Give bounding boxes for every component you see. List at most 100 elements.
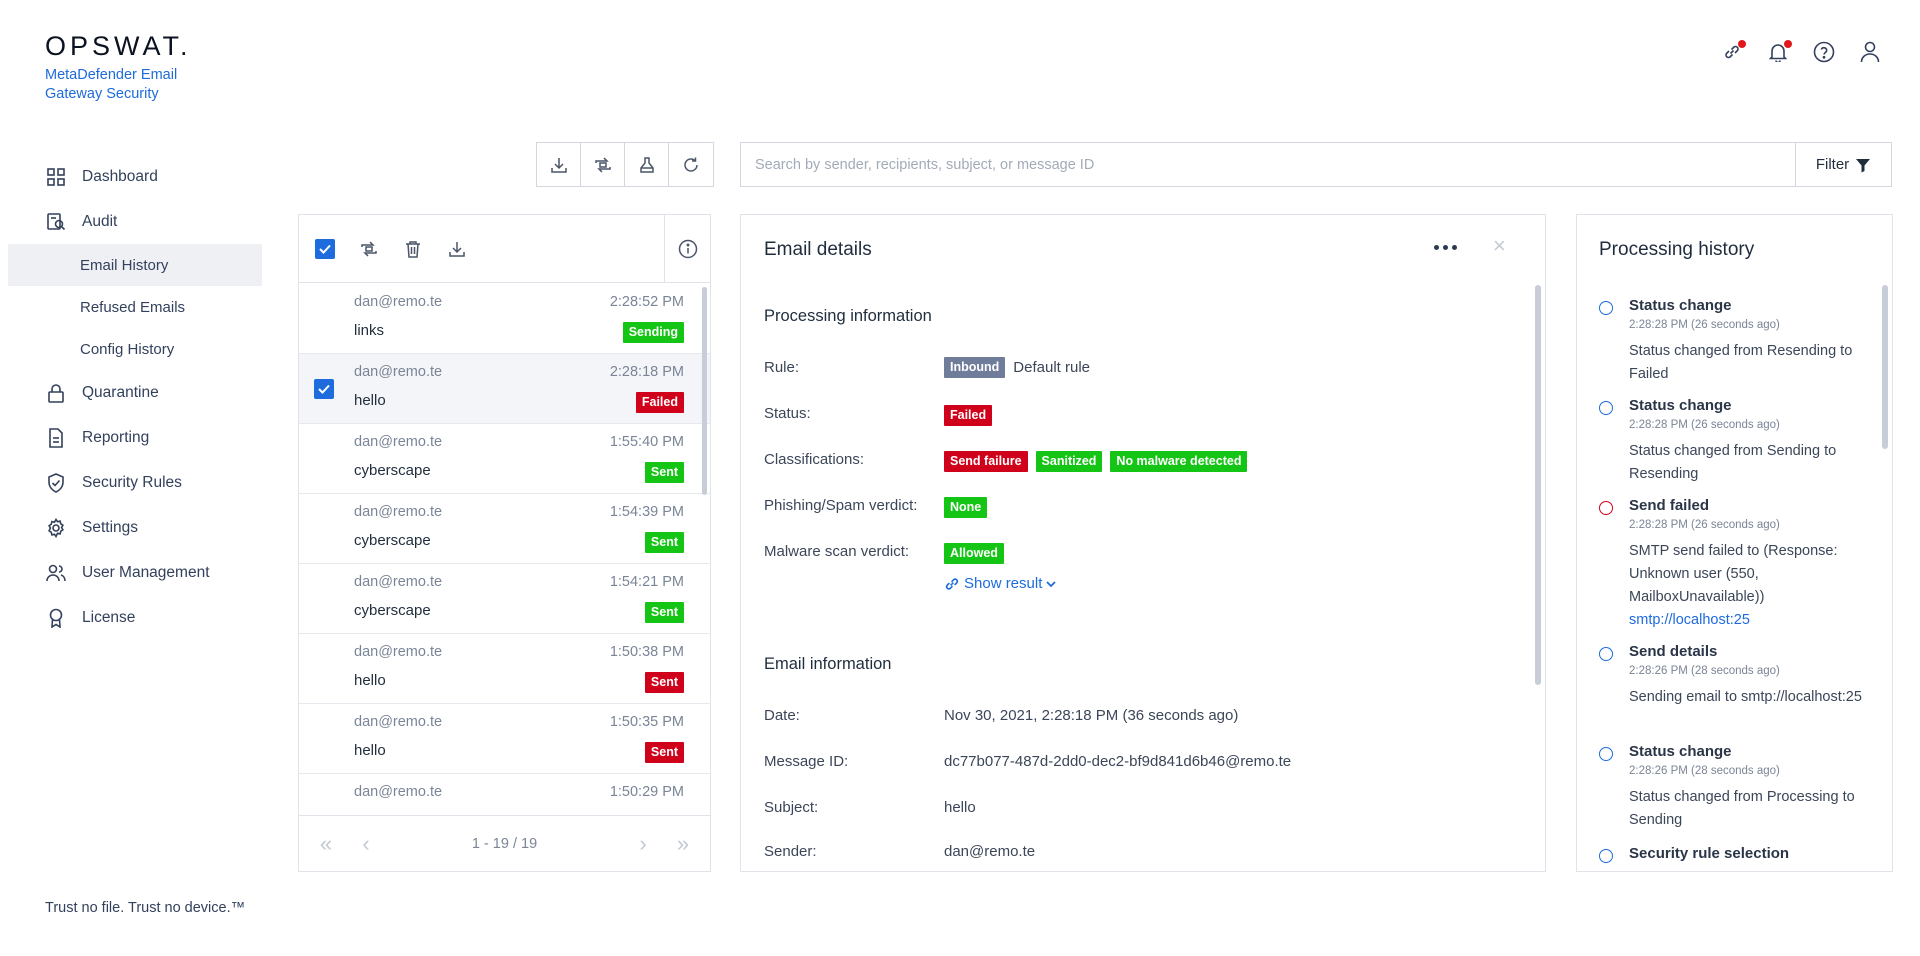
nav-settings[interactable]: Settings [8,505,262,550]
sidebar-nav: Dashboard Audit Email History Refused Em… [8,154,262,640]
nav-dashboard[interactable]: Dashboard [8,154,262,199]
status-badge: Sent [644,672,684,693]
history-scrollbar[interactable] [1882,285,1888,449]
gear-icon [46,517,66,538]
nav-quarantine[interactable]: Quarantine [8,370,262,415]
classification-badge: Sanitized [1035,451,1103,472]
nav-email-history[interactable]: Email History [8,244,262,286]
sender: dan@remo.te [354,644,443,660]
link-icon[interactable] [1720,40,1746,64]
sender: dan@remo.te [354,714,443,730]
help-icon[interactable] [1812,40,1836,64]
nav-audit[interactable]: Audit [8,199,262,244]
event-time: 2:28:28 PM (26 seconds ago) [1629,419,1780,431]
email-row[interactable]: dan@remo.te 2:28:18 PM hello Failed [299,354,710,424]
event-time: 2:28:28 PM (26 seconds ago) [1629,519,1780,531]
nav-license[interactable]: License [8,595,262,640]
time: 1:55:40 PM [609,434,684,450]
panel-title: Processing history [1599,239,1755,260]
row-checkbox[interactable] [314,379,334,399]
event-time: 2:28:26 PM (28 seconds ago) [1629,665,1780,677]
details-scrollbar[interactable] [1535,285,1541,685]
nav-refused-emails[interactable]: Refused Emails [8,286,262,328]
search-bar: Filter [740,142,1892,187]
info-button[interactable] [664,215,710,282]
sanitize-icon[interactable] [625,143,669,186]
nav-security-rules[interactable]: Security Rules [8,460,262,505]
filter-button[interactable]: Filter [1795,143,1891,186]
show-result-link[interactable]: Show result [944,575,1057,592]
nav-label: Dashboard [82,167,158,185]
classifications-value: Send failure Sanitized No malware detect… [944,451,1248,472]
phishing-badge: None [944,497,988,518]
classification-badge: Send failure [944,451,1028,472]
timeline-dot [1599,401,1613,415]
nav-label: Reporting [82,428,150,446]
footer-tagline: Trust no file. Trust no device.™ [45,900,246,916]
subject-label: Subject: [764,799,819,816]
user-icon[interactable] [1858,40,1882,64]
bell-icon[interactable] [1766,40,1792,64]
notification-dot [1784,40,1792,48]
timeline-dot [1599,301,1613,315]
select-all-checkbox[interactable] [313,237,337,261]
resend-icon[interactable] [581,143,625,186]
email-row[interactable]: dan@remo.te 1:54:39 PM cyberscape Sent [299,494,710,564]
time: 1:50:35 PM [609,714,684,730]
nav-label: Settings [82,518,139,536]
dashboard-icon [46,167,66,187]
time: 1:54:21 PM [609,574,684,590]
first-page-icon[interactable]: « [313,831,339,857]
subject: cyberscape [354,602,431,619]
status-value: Failed [944,405,993,426]
list-scrollbar[interactable] [702,287,707,495]
timeline-dot [1599,849,1613,863]
status-badge: Sent [644,462,684,483]
download-icon[interactable] [537,143,581,186]
date-value: Nov 30, 2021, 2:28:18 PM (36 seconds ago… [944,707,1239,724]
next-page-icon[interactable]: › [630,831,656,857]
nav-label: Security Rules [82,473,182,491]
logo: OPSWAT. MetaDefender Email Gateway Secur… [45,32,205,104]
close-icon[interactable]: × [1493,233,1506,259]
download-icon[interactable] [445,237,469,261]
rule-label: Rule: [764,359,800,376]
email-row[interactable]: dan@remo.te 2:28:52 PM links Sending [299,284,710,354]
trash-icon[interactable] [401,237,425,261]
nav-user-management[interactable]: User Management [8,550,262,595]
event-title: Send details [1629,643,1718,660]
sender: dan@remo.te [354,434,443,450]
users-icon [46,563,66,583]
email-row[interactable]: dan@remo.te 1:54:21 PM cyberscape Sent [299,564,710,634]
more-options-icon[interactable] [1434,245,1457,250]
event-link[interactable]: smtp://localhost:25 [1629,609,1864,632]
status-badge: Sent [644,602,684,623]
header-actions [1720,40,1882,64]
info-icon [678,239,697,258]
email-row[interactable]: dan@remo.te 1:50:29 PM [299,774,710,815]
resend-icon[interactable] [357,237,381,261]
refresh-icon[interactable] [669,143,713,186]
event-desc: SMTP send failed to (Response: Unknown u… [1629,543,1838,605]
subject: cyberscape [354,532,431,549]
nav-config-history[interactable]: Config History [8,328,262,370]
email-row[interactable]: dan@remo.te 1:50:38 PM hello Sent [299,634,710,704]
sender-value: dan@remo.te [944,843,1036,860]
email-row[interactable]: dan@remo.te 1:55:40 PM cyberscape Sent [299,424,710,494]
event-title: Send failed [1629,497,1710,514]
search-input[interactable] [741,143,1795,186]
status-badge: Failed [944,405,993,426]
status-badge: Failed [635,392,684,413]
nav-reporting[interactable]: Reporting [8,415,262,460]
last-page-icon[interactable]: » [670,831,696,857]
subject: hello [354,672,386,689]
sender: dan@remo.te [354,784,443,800]
pagination: « ‹ 1 - 19 / 19 › » [299,815,710,871]
section-title: Email information [764,655,892,673]
rule-name: Default rule [1013,359,1091,376]
prev-page-icon[interactable]: ‹ [353,831,379,857]
event-desc: Status changed from Sending to Resending [1629,443,1837,482]
shield-check-icon [46,472,66,493]
sender: dan@remo.te [354,294,443,310]
email-row[interactable]: dan@remo.te 1:50:35 PM hello Sent [299,704,710,774]
